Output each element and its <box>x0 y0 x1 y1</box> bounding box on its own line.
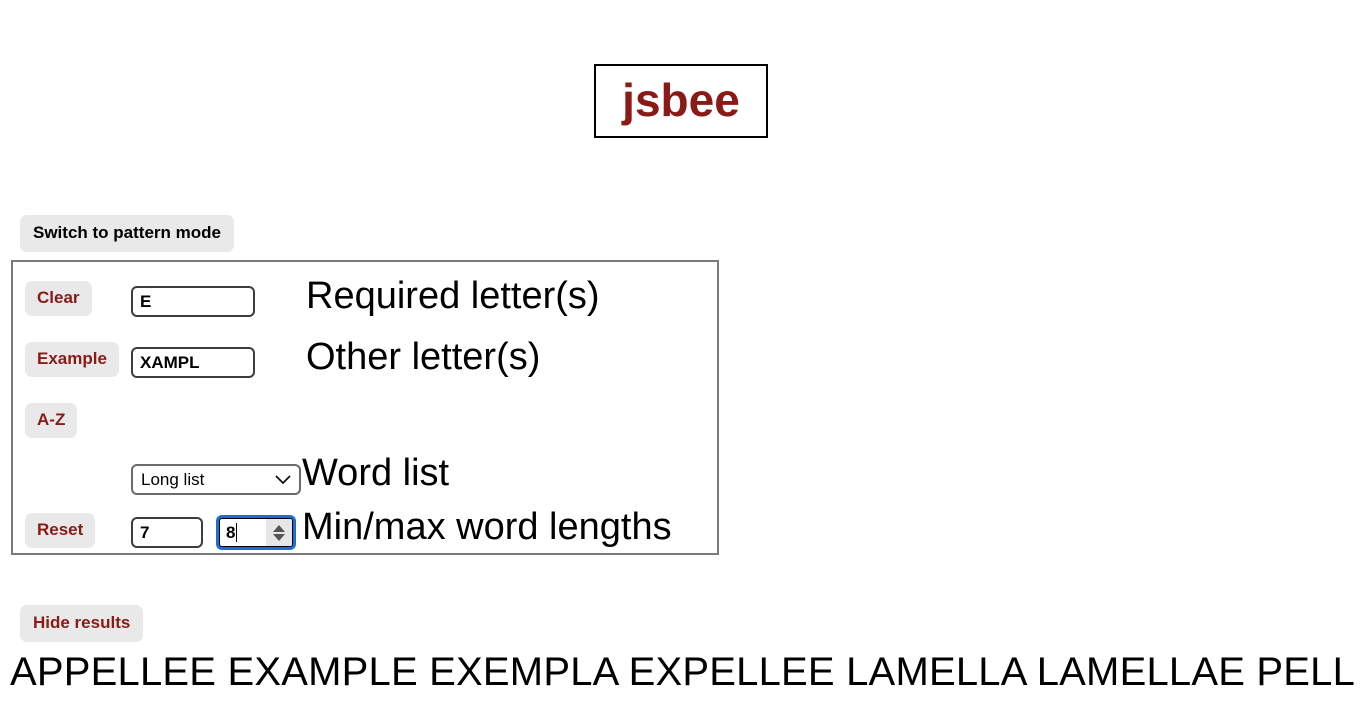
reset-button[interactable]: Reset <box>25 513 96 548</box>
spinner-up-icon[interactable] <box>273 524 285 532</box>
controls-panel: Clear Required letter(s) Example Other l… <box>11 260 719 555</box>
hide-results-button[interactable]: Hide results <box>20 605 144 642</box>
other-letters-input[interactable] <box>131 347 255 378</box>
app-title: jsbee <box>622 74 740 126</box>
wordlist-label: Word list <box>302 452 450 494</box>
text-caret <box>236 523 238 542</box>
max-word-length-value: 8 <box>220 519 266 546</box>
chevron-down-icon <box>275 475 291 485</box>
example-button[interactable]: Example <box>25 342 119 377</box>
wordlist-select[interactable]: Long list <box>131 464 301 495</box>
number-spinner[interactable] <box>266 519 292 546</box>
wordlist-select-value: Long list <box>141 469 205 489</box>
app-title-box: jsbee <box>594 64 768 138</box>
required-letters-label: Required letter(s) <box>306 275 600 317</box>
max-word-length-input[interactable]: 8 <box>216 515 296 550</box>
results-text: APPELLEE EXAMPLE EXEMPLA EXPELLEE LAMELL… <box>10 650 1355 694</box>
app-root: jsbee Switch to pattern mode Clear Requi… <box>0 0 1362 710</box>
min-word-length-input[interactable] <box>131 517 203 548</box>
max-word-length-text: 8 <box>226 522 236 542</box>
other-letters-label: Other letter(s) <box>306 336 541 378</box>
app-title-container: jsbee <box>0 64 1362 138</box>
switch-mode-button[interactable]: Switch to pattern mode <box>20 215 234 252</box>
spinner-down-icon[interactable] <box>273 533 285 541</box>
a-z-button[interactable]: A-Z <box>25 403 78 438</box>
clear-button[interactable]: Clear <box>25 281 92 316</box>
required-letters-input[interactable] <box>131 286 255 317</box>
min-max-label: Min/max word lengths <box>302 506 672 548</box>
